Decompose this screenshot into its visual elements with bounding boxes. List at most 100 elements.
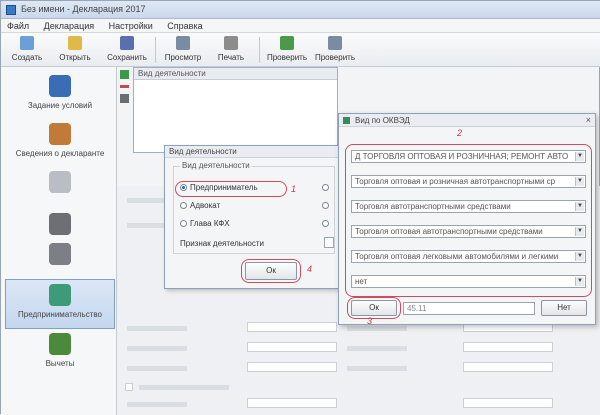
form-label bbox=[139, 385, 229, 390]
okved-code-input[interactable]: 45.11 bbox=[403, 302, 535, 315]
form-label bbox=[347, 366, 407, 371]
sidebar-item-conditions[interactable]: Задание условий bbox=[5, 71, 115, 121]
activity-list-panel: Вид деятельности bbox=[133, 67, 338, 153]
marker-1: 1 bbox=[291, 184, 297, 194]
radio-unchecked-icon bbox=[180, 202, 187, 210]
form-label bbox=[347, 346, 407, 351]
new-document-icon bbox=[20, 36, 34, 50]
chevron-down-icon: ▼ bbox=[575, 152, 584, 161]
deductions-icon bbox=[49, 333, 71, 355]
radio-extra-3[interactable] bbox=[322, 219, 332, 228]
okved-type-select[interactable]: нет ▼ bbox=[351, 275, 586, 288]
chevron-down-icon: ▼ bbox=[575, 202, 584, 211]
side-tools bbox=[118, 67, 132, 127]
radio-unchecked-icon bbox=[322, 220, 329, 228]
form-checkbox[interactable] bbox=[125, 383, 133, 391]
form-label bbox=[127, 223, 167, 228]
radio-farm-head[interactable]: Глава КФХ bbox=[180, 219, 230, 228]
toolbar-separator bbox=[155, 37, 156, 63]
app-window: Без имени - Декларация 2017 Файл Деклара… bbox=[0, 0, 600, 415]
save-icon bbox=[120, 36, 134, 50]
okved-dialog: Вид по ОКВЭД × 2 Д ТОРГОВЛЯ ОПТОВАЯ И РО… bbox=[338, 113, 596, 326]
form-field[interactable] bbox=[463, 342, 553, 352]
form-label bbox=[127, 198, 167, 203]
okved-class-select[interactable]: Торговля оптовая и розничная автотранспо… bbox=[351, 175, 586, 188]
sidebar-item-business[interactable]: Предпринимательство bbox=[5, 279, 115, 329]
menu-file[interactable]: Файл bbox=[1, 19, 35, 33]
sidebar-item-deductions[interactable]: Вычеты bbox=[5, 329, 115, 379]
toolbar-separator bbox=[259, 37, 260, 63]
edit-icon[interactable] bbox=[120, 94, 129, 103]
activity-sign-input[interactable] bbox=[324, 237, 334, 248]
title-bar: Без имени - Декларация 2017 bbox=[1, 1, 600, 19]
form-label bbox=[127, 402, 187, 407]
form-field[interactable] bbox=[247, 322, 337, 332]
okved-section-select[interactable]: Д ТОРГОВЛЯ ОПТОВАЯ И РОЗНИЧНАЯ; РЕМОНТ А… bbox=[351, 150, 586, 163]
form-field[interactable] bbox=[247, 342, 337, 352]
radio-extra-2[interactable] bbox=[322, 201, 332, 210]
activity-list-header: Вид деятельности bbox=[134, 68, 337, 80]
form-field[interactable] bbox=[247, 362, 337, 372]
chevron-down-icon: ▼ bbox=[575, 177, 584, 186]
highlight-okved-ok bbox=[347, 297, 401, 319]
check-button[interactable]: Проверить bbox=[265, 35, 309, 65]
form-label bbox=[127, 366, 187, 371]
sidebar: Задание условий Сведения о декларанте Пр… bbox=[1, 67, 117, 415]
radio-unchecked-icon bbox=[180, 220, 187, 228]
form-label bbox=[127, 326, 187, 331]
radio-extra-1[interactable] bbox=[322, 183, 332, 192]
window-title: Без имени - Декларация 2017 bbox=[21, 4, 146, 14]
okved-subgroup-select[interactable]: Торговля оптовая легковыми автомобилями … bbox=[351, 250, 586, 263]
user-gear-icon bbox=[49, 213, 71, 235]
okved-dialog-title: Вид по ОКВЭД bbox=[355, 116, 410, 125]
activity-sign-label: Признак деятельности bbox=[180, 239, 264, 248]
printer-icon bbox=[224, 36, 238, 50]
form-field[interactable] bbox=[463, 398, 553, 408]
report-icon bbox=[328, 36, 342, 50]
people-icon bbox=[49, 171, 71, 193]
activity-type-group: Вид деятельности Предприниматель Адвокат… bbox=[173, 161, 335, 254]
highlight-ok-button bbox=[241, 259, 301, 283]
okved-dialog-icon bbox=[343, 117, 350, 124]
menu-help[interactable]: Справка bbox=[161, 19, 208, 33]
form-field[interactable] bbox=[247, 398, 337, 408]
marker-4: 4 bbox=[307, 264, 313, 274]
menu-bar: Файл Декларация Настройки Справка bbox=[1, 19, 600, 33]
report-button[interactable]: Проверить bbox=[313, 35, 357, 65]
okved-group-select[interactable]: Торговля оптовая автотранспортными средс… bbox=[351, 225, 586, 238]
activity-group-label: Вид деятельности bbox=[180, 161, 252, 170]
menu-settings[interactable]: Настройки bbox=[103, 19, 159, 33]
preview-button[interactable]: Просмотр bbox=[161, 35, 205, 65]
radio-unchecked-icon bbox=[322, 202, 329, 210]
business-icon bbox=[49, 284, 71, 306]
radio-unchecked-icon bbox=[322, 184, 329, 192]
print-button[interactable]: Печать bbox=[209, 35, 253, 65]
money-bag-icon bbox=[49, 243, 71, 265]
save-button[interactable]: Сохранить bbox=[105, 35, 149, 65]
form-field[interactable] bbox=[463, 362, 553, 372]
add-icon[interactable] bbox=[120, 70, 129, 79]
remove-icon[interactable] bbox=[120, 85, 129, 88]
check-icon bbox=[280, 36, 294, 50]
toolbar: Создать Открыть Сохранить Просмотр Печат… bbox=[1, 33, 600, 67]
form-label bbox=[127, 346, 187, 351]
open-button[interactable]: Открыть bbox=[53, 35, 97, 65]
chevron-down-icon: ▼ bbox=[575, 227, 584, 236]
chevron-down-icon: ▼ bbox=[575, 277, 584, 286]
preview-icon bbox=[176, 36, 190, 50]
close-icon[interactable]: × bbox=[586, 115, 591, 125]
chevron-down-icon: ▼ bbox=[575, 252, 584, 261]
sidebar-item-declarant[interactable]: Сведения о декларанте bbox=[5, 119, 115, 169]
okved-dialog-title-bar: Вид по ОКВЭД × bbox=[339, 114, 595, 127]
radio-lawyer[interactable]: Адвокат bbox=[180, 201, 220, 210]
okved-subclass-select[interactable]: Торговля автотранспортными средствами ▼ bbox=[351, 200, 586, 213]
menu-declaration[interactable]: Декларация bbox=[38, 19, 100, 33]
person-icon bbox=[49, 123, 71, 145]
okved-cancel-button[interactable]: Нет bbox=[541, 300, 587, 316]
marker-2: 2 bbox=[457, 128, 463, 138]
activity-type-dialog: Вид деятельности Вид деятельности Предпр… bbox=[164, 145, 340, 289]
folder-open-icon bbox=[68, 36, 82, 50]
form-label bbox=[347, 326, 407, 331]
create-button[interactable]: Создать bbox=[5, 35, 49, 65]
app-icon bbox=[6, 5, 16, 15]
